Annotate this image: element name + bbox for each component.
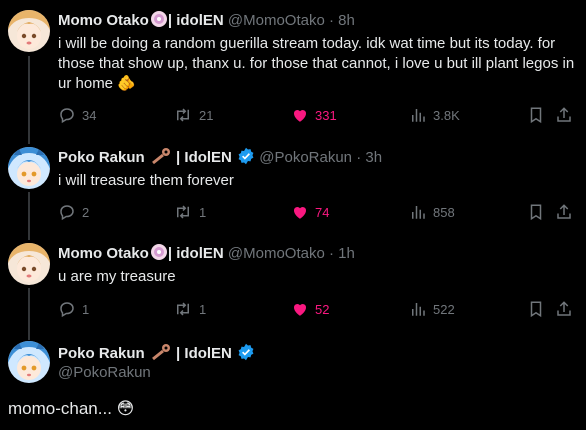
tweet-text: i will treasure them forever <box>58 172 234 189</box>
view-count: 522 <box>433 301 455 317</box>
avatar[interactable] <box>8 243 50 285</box>
views-button[interactable]: 522 <box>409 299 455 319</box>
display-name[interactable]: Momo Otako <box>58 245 149 262</box>
like-button[interactable]: 52 <box>291 299 329 319</box>
views-button[interactable]: 858 <box>409 202 455 222</box>
tweet-text: i will be doing a random guerilla stream… <box>58 35 575 92</box>
heart-icon <box>293 206 307 219</box>
bookmark-icon <box>530 301 542 318</box>
repost-button[interactable]: 1 <box>173 202 206 222</box>
display-name-suffix: | idolEN <box>167 245 224 262</box>
key-icon <box>150 147 172 171</box>
heart-icon <box>293 109 307 122</box>
sakura-badge-icon <box>150 10 168 34</box>
heart-icon <box>293 303 307 316</box>
reply-count: 1 <box>82 301 90 317</box>
thread-line <box>28 288 30 340</box>
share-button[interactable] <box>555 105 573 125</box>
tweet-text: u are my treasure <box>58 268 176 285</box>
reply-icon <box>60 205 74 221</box>
display-name-suffix: | IdolEN <box>176 345 232 362</box>
sakura-badge-icon <box>150 243 168 267</box>
display-name-suffix: | IdolEN <box>176 149 232 166</box>
timestamp[interactable]: 1h <box>338 245 355 262</box>
share-button[interactable] <box>555 202 573 222</box>
reply-button[interactable]: 34 <box>58 105 96 125</box>
like-button[interactable]: 331 <box>291 105 337 125</box>
like-count: 74 <box>315 204 330 220</box>
reply-count: 34 <box>82 107 97 123</box>
repost-count: 21 <box>199 107 214 123</box>
reply-icon <box>60 302 74 318</box>
display-name[interactable]: Poko Rakun <box>58 149 145 166</box>
key-icon <box>150 343 172 367</box>
share-icon <box>557 204 571 219</box>
avatar[interactable] <box>8 10 50 52</box>
like-button[interactable]: 74 <box>291 202 329 222</box>
bookmark-icon <box>530 204 542 221</box>
repost-button[interactable]: 1 <box>173 299 206 319</box>
avatar[interactable] <box>8 147 50 189</box>
bookmark-button[interactable] <box>527 105 545 125</box>
repost-count: 1 <box>199 204 207 220</box>
user-handle[interactable]: @PokoRakun <box>259 149 352 166</box>
tweet-subheader: @PokoRakun <box>58 363 151 383</box>
like-count: 331 <box>315 107 337 123</box>
reply-count: 2 <box>82 204 90 220</box>
thread-line <box>28 56 30 144</box>
tweet-header: Momo Otako | idolEN @MomoOtako · 1h <box>58 243 355 267</box>
verified-icon <box>237 147 255 171</box>
display-name[interactable]: Momo Otako <box>58 12 149 29</box>
view-count: 3.8K <box>433 107 460 123</box>
share-icon <box>557 107 571 122</box>
views-icon <box>412 303 425 316</box>
timestamp[interactable]: 3h <box>365 149 382 166</box>
views-icon <box>412 206 425 219</box>
timestamp[interactable]: 8h <box>338 12 355 29</box>
thread-line <box>28 192 30 240</box>
repost-icon <box>177 302 189 316</box>
main-tweet-text: momo-chan... 😳 <box>8 399 135 418</box>
avatar[interactable] <box>8 341 50 383</box>
tweet-actions: 34 21 331 3.8K <box>58 105 578 125</box>
bookmark-button[interactable] <box>527 202 545 222</box>
repost-button[interactable]: 21 <box>173 105 213 125</box>
verified-icon <box>237 343 255 367</box>
tweet-header: Momo Otako | idolEN @MomoOtako · 8h <box>58 10 355 34</box>
reply-button[interactable]: 1 <box>58 299 89 319</box>
like-count: 52 <box>315 301 330 317</box>
share-button[interactable] <box>555 299 573 319</box>
share-icon <box>557 301 571 316</box>
views-button[interactable]: 3.8K <box>409 105 460 125</box>
bookmark-icon <box>530 107 542 124</box>
display-name[interactable]: Poko Rakun <box>58 345 145 362</box>
repost-count: 1 <box>199 301 207 317</box>
user-handle[interactable]: @PokoRakun <box>58 364 151 381</box>
repost-icon <box>177 205 189 219</box>
tweet-actions: 1 1 52 522 <box>58 299 578 319</box>
user-handle[interactable]: @MomoOtako <box>228 245 325 262</box>
view-count: 858 <box>433 204 455 220</box>
tweet-actions: 2 1 74 858 <box>58 202 578 222</box>
views-icon <box>412 109 425 122</box>
bookmark-button[interactable] <box>527 299 545 319</box>
user-handle[interactable]: @MomoOtako <box>228 12 325 29</box>
display-name-suffix: | idolEN <box>167 12 224 29</box>
tweet-header: Poko Rakun | IdolEN @PokoRakun · 3h <box>58 147 382 171</box>
repost-icon <box>177 108 189 122</box>
reply-icon <box>60 108 74 124</box>
reply-button[interactable]: 2 <box>58 202 89 222</box>
